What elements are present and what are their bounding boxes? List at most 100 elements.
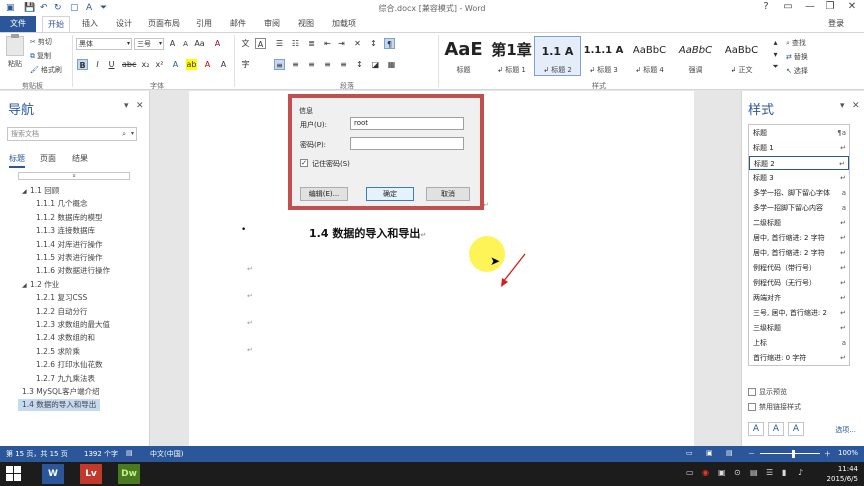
align-left-icon[interactable]: ≡	[274, 59, 285, 70]
numbering-icon[interactable]: ☷	[290, 38, 301, 49]
user-input[interactable]: root	[350, 117, 464, 130]
styles-more-icon[interactable]: ⏷	[770, 61, 781, 72]
nav-tab-pages[interactable]: 页面	[40, 153, 56, 164]
style-list-item[interactable]: 标题 1 ↵	[749, 141, 849, 155]
tab-file[interactable]: 文件	[0, 16, 36, 32]
document-area[interactable]: ↵ • 1.4 数据的导入和导出↵ ↵ ↵ ↵ ↵ ➤ 信息 用户(U): ro…	[151, 91, 741, 446]
style-title[interactable]: AaE 标题	[440, 36, 487, 76]
tab-references[interactable]: 引用	[196, 18, 212, 29]
pane-options-icon[interactable]: ▾	[840, 101, 845, 111]
nav-outline-item[interactable]: 1.2.6 打印水仙花数	[36, 359, 102, 371]
restore-button[interactable]: ❐	[820, 1, 840, 15]
char-border-icon[interactable]: A	[255, 38, 266, 49]
strikethrough-icon[interactable]: abc	[122, 59, 136, 70]
minimize-button[interactable]: —	[800, 1, 820, 15]
read-mode-icon[interactable]: ▭	[686, 449, 693, 457]
ribbon-display-button[interactable]: ▭	[778, 1, 798, 15]
document-heading[interactable]: 1.4 数据的导入和导出↵	[309, 225, 426, 241]
style-list-item[interactable]: 首行缩进: 0 字符 ↵	[749, 351, 849, 365]
tab-addins[interactable]: 加载项	[332, 18, 356, 29]
text-effects-icon[interactable]: A	[170, 59, 181, 70]
nav-tab-results[interactable]: 结果	[72, 153, 88, 164]
close-icon[interactable]: ✕	[852, 101, 860, 111]
help-button[interactable]: ?	[756, 1, 776, 15]
show-marks-icon[interactable]: ¶	[384, 38, 395, 49]
proofing-icon[interactable]: ▤	[126, 449, 133, 457]
align-center-icon[interactable]: ≡	[290, 59, 301, 70]
word-count[interactable]: 1392 个字	[84, 449, 118, 459]
nav-outline-item[interactable]: ◢ 1.1 回顾	[22, 185, 59, 197]
copy-button[interactable]: ⧉ 复制	[30, 51, 51, 61]
language-indicator[interactable]: 中文(中国)	[150, 449, 183, 459]
enclose-char-icon[interactable]: 字	[240, 59, 251, 70]
borders-icon[interactable]: ▦	[386, 59, 397, 70]
style-list-item[interactable]: 例程代码（带行号） ↵	[749, 261, 849, 275]
nav-outline-item[interactable]: 1.1.6 对数据进行操作	[36, 265, 110, 277]
styles-scroll-up-icon[interactable]: ▴	[770, 37, 781, 48]
bullets-icon[interactable]: ☰	[274, 38, 285, 49]
close-icon[interactable]: ✕	[136, 101, 144, 111]
multilevel-list-icon[interactable]: ≣	[306, 38, 317, 49]
find-button[interactable]: ⌕ 查找	[786, 38, 806, 48]
zoom-slider[interactable]	[760, 453, 820, 454]
style-normal[interactable]: AaBbC ↲ 正文	[718, 36, 765, 76]
paste-label[interactable]: 粘贴	[8, 59, 22, 69]
print-layout-icon[interactable]: ▣	[706, 449, 713, 457]
increase-indent-icon[interactable]: ⇥	[336, 38, 347, 49]
tray-icon[interactable]: ⊙	[734, 468, 741, 477]
cut-button[interactable]: ✂ 剪切	[30, 37, 52, 47]
tab-view[interactable]: 视图	[298, 18, 314, 29]
change-case-icon[interactable]: Aa	[194, 38, 205, 49]
network-icon[interactable]: ▮	[782, 468, 786, 477]
char-shading-icon[interactable]: A	[218, 59, 229, 70]
nav-outline-item[interactable]: 1.1.2 数据库的模型	[36, 212, 102, 224]
style-heading-3[interactable]: 1.1.1 A ↲ 标题 3	[580, 36, 627, 76]
style-list-item[interactable]: 三号, 居中, 首行缩进: 2 ↵	[749, 306, 849, 320]
style-heading-1[interactable]: 第1章 ↲ 标题 1	[488, 36, 535, 76]
login-link[interactable]: 登录	[828, 18, 844, 29]
align-right-icon[interactable]: ≡	[306, 59, 317, 70]
font-family-select[interactable]: 黑体 ▾	[76, 38, 132, 50]
shrink-font-icon[interactable]: A	[180, 39, 191, 50]
style-list-item[interactable]: 标题 3 ↵	[749, 171, 849, 185]
pane-options-icon[interactable]: ▾	[124, 101, 129, 111]
clock[interactable]: 11:44 2015/6/5	[827, 464, 858, 484]
disable-linked-styles-option[interactable]: 禁用链接样式	[748, 402, 801, 412]
grow-font-icon[interactable]: A	[167, 38, 178, 49]
tray-icon[interactable]: ▭	[686, 468, 694, 477]
select-button[interactable]: ↖ 选择	[786, 66, 808, 76]
nav-outline-item[interactable]: 1.1.4 对库进行操作	[36, 239, 102, 251]
expand-collapse-icon[interactable]: ◢	[22, 186, 30, 198]
paste-icon[interactable]	[6, 34, 24, 56]
style-inspector-icon[interactable]: A	[768, 422, 784, 436]
nav-outline-item[interactable]: 1.2.2 自动分行	[36, 306, 87, 318]
expand-collapse-icon[interactable]: ◢	[22, 280, 30, 292]
justify-icon[interactable]: ≡	[322, 59, 333, 70]
search-icon[interactable]: ⌕	[122, 128, 126, 140]
underline-button[interactable]: U	[106, 59, 117, 70]
chinese-layout-icon[interactable]: ✕	[352, 38, 363, 49]
nav-outline-item[interactable]: 1.4 数据的导入和导出	[18, 399, 101, 412]
nav-search-input[interactable]: 搜索文档 ⌕ ▾	[7, 127, 137, 141]
phonetic-icon[interactable]: 文	[240, 38, 251, 49]
style-list-item[interactable]: 标题 ¶a	[749, 126, 849, 140]
nav-outline-item[interactable]: 1.1.5 对表进行操作	[36, 252, 102, 264]
styles-scroll-down-icon[interactable]: ▾	[770, 49, 781, 60]
checkbox-icon[interactable]	[748, 388, 756, 396]
cancel-button[interactable]: 取消	[426, 187, 470, 201]
distribute-icon[interactable]: ≡	[338, 59, 349, 70]
manage-styles-icon[interactable]: A	[788, 422, 804, 436]
edit-button[interactable]: 编辑(E)...	[300, 187, 348, 201]
italic-button[interactable]: I	[92, 59, 103, 70]
zoom-in-button[interactable]: ＋	[824, 449, 831, 459]
new-style-icon[interactable]: A	[748, 422, 764, 436]
tray-icon[interactable]: ☰	[766, 468, 773, 477]
taskbar-dreamweaver-app[interactable]: Dw	[118, 464, 140, 484]
nav-outline-item[interactable]: 1.1.3 连接数据库	[36, 225, 95, 237]
nav-outline-item[interactable]: ◢ 1.2 作业	[22, 279, 59, 291]
zoom-level[interactable]: 100%	[838, 449, 858, 457]
password-input[interactable]	[350, 137, 464, 150]
style-list-item[interactable]: 多学一招、脚下留心字体 a	[749, 186, 849, 200]
ok-button[interactable]: 确定	[366, 187, 414, 201]
zoom-slider-handle[interactable]	[792, 450, 795, 458]
